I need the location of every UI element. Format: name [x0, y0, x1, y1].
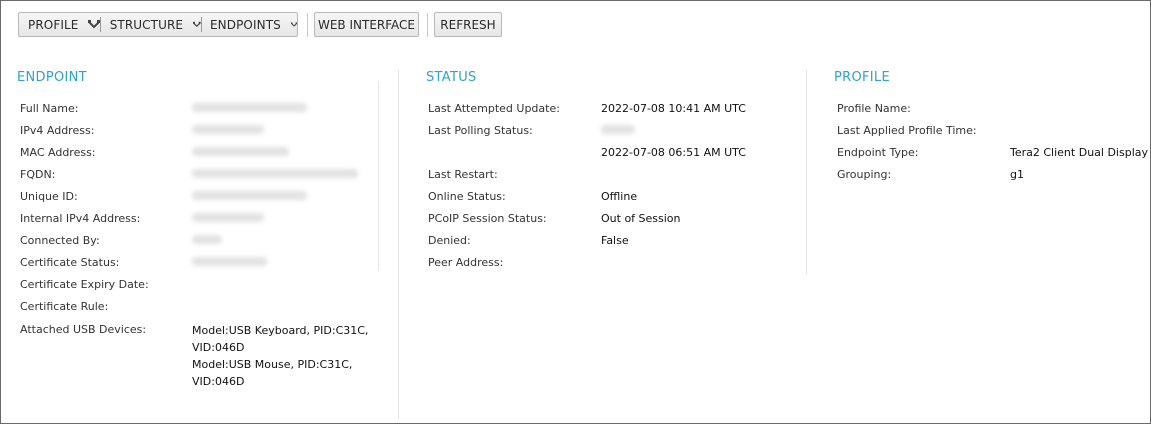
last-restart-label: Last Restart: — [428, 168, 498, 181]
column-divider — [806, 69, 807, 274]
pcoip-session-status-label: PCoIP Session Status: — [428, 212, 547, 225]
certificate-rule-label: Certificate Rule: — [20, 300, 109, 313]
certificate-status-label: Certificate Status: — [20, 256, 120, 269]
usb-device-line: VID:046D — [192, 341, 245, 354]
endpoint-type-value: Tera2 Client Dual Display — [1010, 146, 1148, 159]
unique-id-value-redacted — [192, 191, 307, 200]
usb-device-line: VID:046D — [192, 375, 245, 388]
toolbar-divider — [307, 13, 308, 37]
structure-dropdown-label: STRUCTURE — [109, 17, 184, 32]
last-attempted-update-label: Last Attempted Update: — [428, 102, 560, 115]
peer-address-label: Peer Address: — [428, 256, 504, 269]
mac-address-value-redacted — [192, 147, 289, 156]
internal-ipv4-address-label: Internal IPv4 Address: — [20, 212, 141, 225]
certificate-expiry-date-label: Certificate Expiry Date: — [20, 278, 149, 291]
column-divider — [378, 81, 379, 271]
denied-label: Denied: — [428, 234, 471, 247]
endpoints-dropdown-label: ENDPOINTS — [210, 17, 281, 32]
web-interface-button[interactable]: WEB INTERFACE — [314, 12, 419, 37]
unique-id-label: Unique ID: — [20, 190, 78, 203]
column-divider — [398, 69, 399, 419]
endpoint-type-label: Endpoint Type: — [837, 146, 919, 159]
online-status-label: Online Status: — [428, 190, 506, 203]
last-applied-profile-time-label: Last Applied Profile Time: — [837, 124, 977, 137]
profile-name-label: Profile Name: — [837, 102, 911, 115]
usb-device-line: Model:USB Mouse, PID:C31C, — [192, 358, 353, 371]
profile-section-title: PROFILE — [834, 70, 890, 85]
refresh-button[interactable]: REFRESH — [434, 12, 502, 37]
chevron-down-icon — [88, 19, 101, 28]
fqdn-label: FQDN: — [20, 168, 56, 181]
navigation-button-group: PROFILE STRUCTURE ENDPOINTS — [18, 12, 298, 37]
fqdn-value-redacted — [192, 169, 358, 178]
last-polling-status-label: Last Polling Status: — [428, 124, 533, 137]
ipv4-address-label: IPv4 Address: — [20, 124, 95, 137]
usb-devices-list: Model:USB Keyboard, PID:C31C, VID:046D M… — [192, 322, 372, 390]
internal-ipv4-value-redacted — [192, 213, 264, 222]
endpoints-dropdown-button[interactable]: ENDPOINTS — [201, 13, 297, 36]
grouping-value: g1 — [1010, 168, 1024, 181]
certificate-status-value-redacted — [192, 257, 267, 266]
ipv4-address-value-redacted — [192, 125, 264, 134]
attached-usb-devices-label: Attached USB Devices: — [20, 323, 147, 336]
full-name-value-redacted — [192, 103, 307, 112]
online-status-value: Offline — [601, 190, 638, 203]
endpoint-details-panel: PROFILE STRUCTURE ENDPOINTS WEB INTERFAC… — [0, 0, 1151, 424]
chevron-down-icon — [290, 21, 297, 27]
chevron-down-icon — [193, 21, 201, 27]
endpoint-section-title: ENDPOINT — [17, 70, 87, 85]
profile-dropdown-label: PROFILE — [28, 17, 79, 32]
pcoip-session-status-value: Out of Session — [601, 212, 681, 225]
full-name-label: Full Name: — [20, 102, 79, 115]
grouping-label: Grouping: — [837, 168, 892, 181]
denied-value: False — [601, 234, 629, 247]
last-polling-time-value: 2022-07-08 06:51 AM UTC — [601, 146, 746, 159]
structure-dropdown-button[interactable]: STRUCTURE — [101, 13, 201, 36]
mac-address-label: MAC Address: — [20, 146, 96, 159]
toolbar-divider — [427, 13, 428, 37]
usb-device-line: Model:USB Keyboard, PID:C31C, — [192, 324, 369, 337]
last-polling-status-value-redacted — [601, 125, 635, 134]
connected-by-value-redacted — [192, 235, 222, 244]
status-section-title: STATUS — [426, 70, 477, 85]
last-attempted-update-value: 2022-07-08 10:41 AM UTC — [601, 102, 746, 115]
connected-by-label: Connected By: — [20, 234, 100, 247]
profile-dropdown-button[interactable]: PROFILE — [19, 13, 101, 36]
